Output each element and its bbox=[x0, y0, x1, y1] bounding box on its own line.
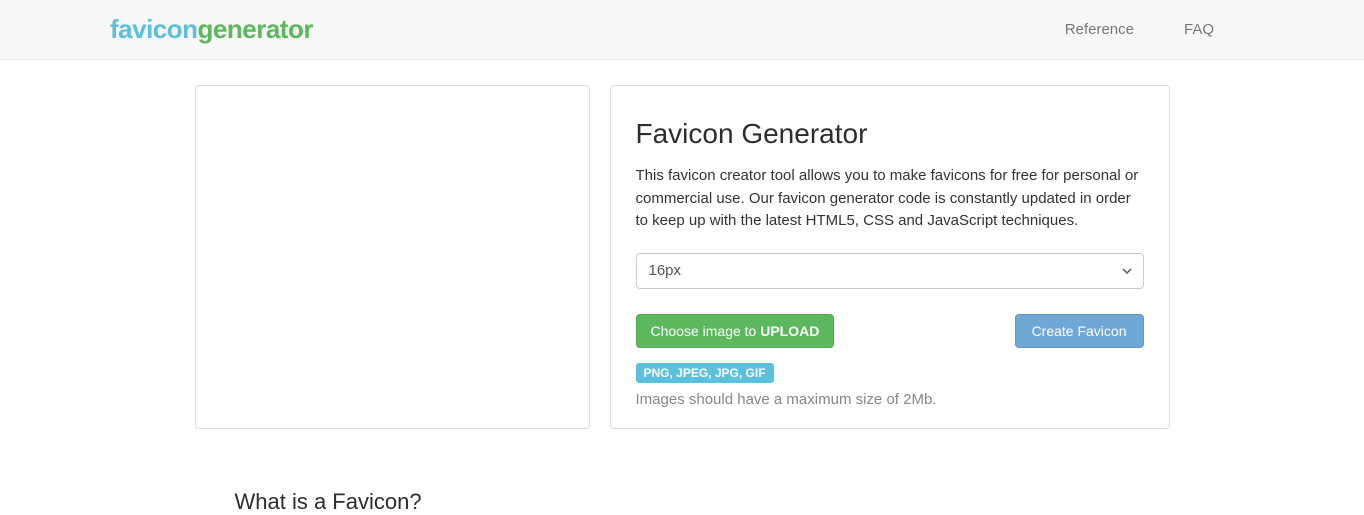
size-select[interactable]: 16px bbox=[636, 253, 1144, 289]
size-hint: Images should have a maximum size of 2Mb… bbox=[636, 391, 1144, 408]
button-row: Choose image to UPLOAD Create Favicon bbox=[636, 314, 1144, 348]
preview-panel bbox=[195, 85, 590, 429]
formats-badge: PNG, JPEG, JPG, GIF bbox=[636, 363, 774, 383]
create-favicon-button[interactable]: Create Favicon bbox=[1015, 314, 1144, 348]
nav-links: Reference FAQ bbox=[1065, 21, 1214, 38]
logo-part-generator: generator bbox=[198, 14, 313, 44]
logo[interactable]: favicongenerator bbox=[110, 14, 313, 45]
section-heading: What is a Favicon? bbox=[235, 489, 1170, 515]
nav-faq[interactable]: FAQ bbox=[1184, 21, 1214, 38]
main-container: Favicon Generator This favicon creator t… bbox=[195, 60, 1170, 515]
panel-title: Favicon Generator bbox=[636, 118, 1144, 150]
generator-panel: Favicon Generator This favicon creator t… bbox=[610, 85, 1170, 429]
nav-reference[interactable]: Reference bbox=[1065, 21, 1134, 38]
panels-row: Favicon Generator This favicon creator t… bbox=[195, 85, 1170, 429]
logo-part-favicon: favicon bbox=[110, 14, 198, 44]
upload-prefix: Choose image to bbox=[651, 323, 761, 339]
navbar: favicongenerator Reference FAQ bbox=[0, 0, 1364, 60]
upload-bold: UPLOAD bbox=[760, 323, 819, 339]
upload-button[interactable]: Choose image to UPLOAD bbox=[636, 314, 835, 348]
description-text: This favicon creator tool allows you to … bbox=[636, 165, 1144, 233]
